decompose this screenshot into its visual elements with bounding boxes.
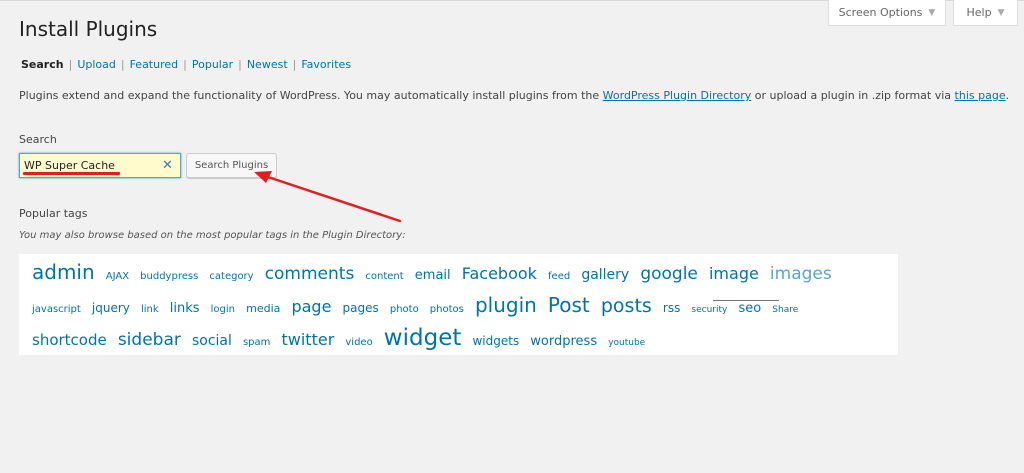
tag-link-wordpress[interactable]: wordpress [530, 334, 597, 349]
tag-link-youtube[interactable]: youtube [608, 338, 645, 348]
caret-down-icon: ▼ [997, 7, 1005, 18]
tag-link-photo[interactable]: photo [390, 304, 419, 315]
tag-link-javascript[interactable]: javascript [32, 304, 81, 315]
tag-link-security[interactable]: security [691, 305, 727, 315]
tag-link-widgets[interactable]: widgets [472, 334, 519, 348]
tag-link-gallery[interactable]: gallery [581, 267, 629, 283]
tag-link-facebook[interactable]: Facebook [462, 264, 537, 283]
tag-link-image[interactable]: image [709, 264, 759, 283]
tag-link-seo[interactable]: seo [738, 301, 761, 316]
tag-link-ajax[interactable]: AJAX [106, 271, 129, 282]
page-title: Install Plugins [19, 17, 158, 41]
tag-link-media[interactable]: media [246, 302, 280, 315]
tag-link-page[interactable]: page [291, 297, 331, 316]
clear-search-icon[interactable]: ✕ [162, 157, 173, 174]
search-label: Search [19, 133, 57, 146]
tag-link-widget[interactable]: widget [384, 325, 462, 351]
tag-link-images[interactable]: images [770, 264, 832, 284]
plugin-directory-link[interactable]: WordPress Plugin Directory [603, 89, 752, 102]
tag-link-video[interactable]: video [345, 337, 372, 348]
tag-link-links[interactable]: links [170, 301, 200, 316]
screen-options-button[interactable]: Screen Options ▼ [828, 0, 946, 26]
annotation-strike [713, 300, 779, 301]
intro-text: Plugins extend and expand the functional… [19, 89, 1010, 102]
tag-link-photos[interactable]: photos [430, 304, 464, 315]
tag-link-share[interactable]: Share [772, 305, 798, 315]
tag-link-plugin[interactable]: plugin [475, 293, 537, 317]
screen-options-label: Screen Options [838, 6, 923, 19]
help-label: Help [966, 6, 992, 19]
subnav-search[interactable]: Search [21, 58, 64, 71]
tag-link-comments[interactable]: comments [265, 264, 355, 284]
subnav-upload[interactable]: Upload [77, 58, 116, 71]
tag-link-email[interactable]: email [415, 268, 451, 283]
tag-link-feed[interactable]: feed [548, 271, 570, 282]
tag-link-google[interactable]: google [640, 264, 698, 284]
subnav-popular[interactable]: Popular [192, 58, 233, 71]
popular-tags-heading: Popular tags [19, 207, 88, 220]
tag-link-pages[interactable]: pages [343, 301, 379, 315]
tag-link-buddypress[interactable]: buddypress [140, 271, 198, 282]
upload-page-link[interactable]: this page [955, 89, 1006, 102]
tag-link-content[interactable]: content [365, 271, 403, 282]
annotation-underline [23, 172, 120, 175]
tag-link-posts[interactable]: posts [601, 295, 652, 317]
tag-link-rss[interactable]: rss [663, 301, 680, 315]
tag-link-sidebar[interactable]: sidebar [118, 330, 181, 350]
tag-link-post[interactable]: Post [548, 293, 590, 317]
subnav-featured[interactable]: Featured [130, 58, 179, 71]
plugin-subnav: Search | Upload | Featured | Popular | Newest | Fa… [21, 58, 352, 71]
help-button[interactable]: Help ▼ [953, 0, 1018, 26]
tag-link-login[interactable]: login [211, 304, 235, 315]
tag-link-link[interactable]: link [141, 304, 159, 315]
subnav-newest[interactable]: Newest [247, 58, 288, 71]
tag-link-spam[interactable]: spam [243, 337, 270, 348]
tag-link-twitter[interactable]: twitter [282, 330, 335, 349]
tag-link-social[interactable]: social [192, 333, 232, 349]
subnav-favorites[interactable]: Favorites [301, 58, 351, 71]
tag-link-category[interactable]: category [209, 271, 253, 282]
tag-cloud: admin AJAX buddypress category comments … [19, 254, 898, 355]
popular-tags-description: You may also browse based on the most po… [19, 230, 406, 241]
search-plugins-button[interactable]: Search Plugins [186, 153, 277, 178]
tag-link-jquery[interactable]: jquery [92, 301, 130, 315]
tag-link-shortcode[interactable]: shortcode [32, 331, 107, 349]
caret-down-icon: ▼ [928, 7, 936, 18]
tag-link-admin[interactable]: admin [32, 260, 95, 284]
